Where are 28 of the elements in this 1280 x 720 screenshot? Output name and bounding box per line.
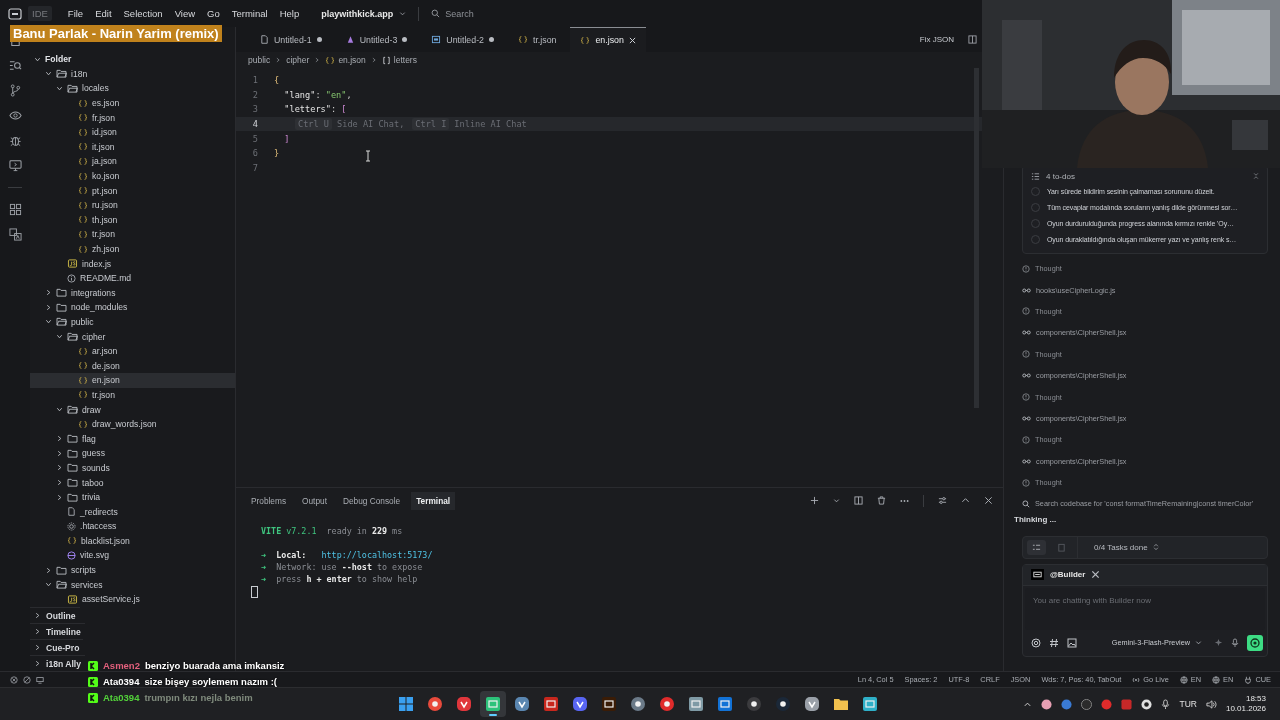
todo-title: 4 to-dos — [1046, 171, 1075, 181]
line-number: 6 — [251, 148, 258, 159]
chat-message: trumpın kızı nejla benim — [144, 692, 253, 703]
app-label: IDE — [28, 6, 52, 21]
code-text: ] — [283, 133, 290, 144]
chat-message: benziyo buarada ama imkansiz — [144, 660, 285, 671]
thinking-status: Thinking ... — [1014, 514, 1058, 526]
terminal-line: VITE v7.2.1 ready in 229 ms — [261, 525, 404, 537]
code-text: "letters": [ — [283, 104, 347, 115]
code-text: { — [274, 75, 280, 86]
chat-username: Asmen2 — [103, 660, 140, 671]
code-text: "lang": "en", — [283, 89, 352, 100]
time: 18:53 — [1245, 694, 1266, 704]
line-number: 3 — [251, 104, 258, 115]
line-number: 7 — [251, 162, 258, 173]
song-title-overlay: Banu Parlak - Narin Yarim (remix) — [10, 25, 222, 42]
chat-message: size bişey soylemem nazım :( — [144, 676, 277, 687]
code-text: } — [274, 148, 280, 159]
line-number: 2 — [251, 89, 258, 100]
date: 10.01.2026 — [1225, 704, 1266, 714]
chat-username: Ata0394 — [103, 692, 140, 703]
terminal-line: ➜ Local: http://localhost:5173/ — [261, 549, 434, 561]
line-number: 5 — [251, 133, 258, 144]
chat-username: Ata0394 — [103, 676, 140, 687]
terminal-line: ➜ Network: use --host to expose — [261, 561, 424, 573]
line-number: 4 — [251, 119, 258, 130]
line-number: 1 — [251, 75, 258, 86]
terminal-line: ➜ press h + enter to show help — [261, 573, 419, 585]
